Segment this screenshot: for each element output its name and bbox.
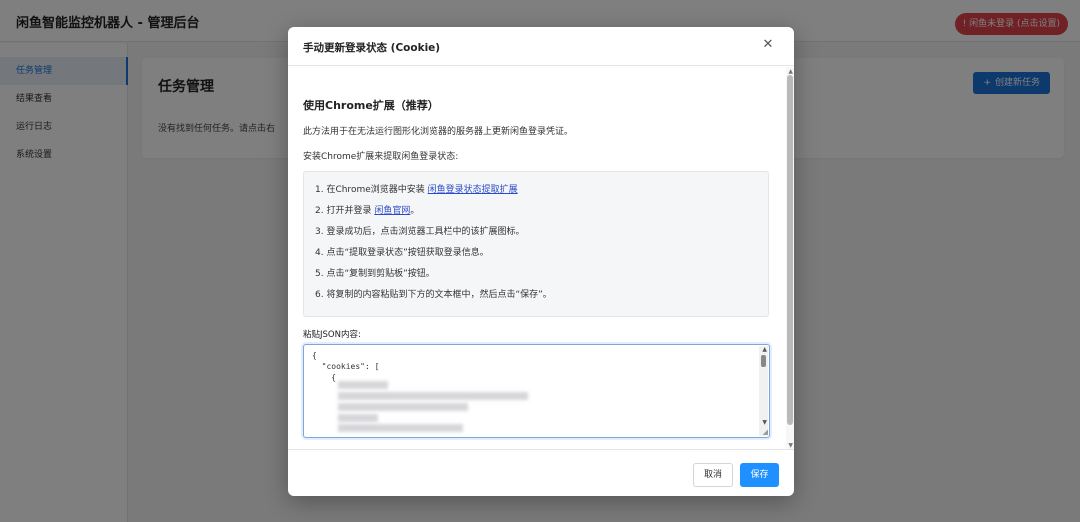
redacted-text [338,403,468,411]
step-item: 5. 点击“复制到剪贴板”按钮。 [315,269,435,279]
install-label: 安装Chrome扩展来提取闲鱼登录状态: [303,152,459,162]
redacted-text [338,424,463,432]
xianyu-site-link[interactable]: 闲鱼官网 [374,206,410,216]
json-line: { [312,351,317,360]
step-item: 1. 在Chrome浏览器中安装 闲鱼登录状态提取扩展 [315,182,518,195]
textarea-scroll-thumb[interactable] [761,355,766,367]
modal-scroll-thumb[interactable] [787,75,793,425]
step-text-suffix: 。 [410,206,420,216]
step-item: 4. 点击“提取登录状态”按钮获取登录信息。 [315,248,489,258]
steps-list: 1. 在Chrome浏览器中安装 闲鱼登录状态提取扩展 2. 打开并登录 闲鱼官… [303,171,769,317]
close-icon[interactable]: ✕ [760,37,776,53]
step-text: 2. 打开并登录 [315,206,375,216]
json-line: { [312,373,337,382]
json-textarea[interactable]: { "cookies": [ { ▲ ▼ ◢ [303,344,770,438]
step-item: 3. 登录成功后，点击浏览器工具栏中的该扩展图标。 [315,227,525,237]
modal-title: 手动更新登录状态 (Cookie) [303,42,441,54]
redacted-text [338,381,388,389]
json-line: "cookies": [ [312,362,380,371]
redacted-text [338,392,528,400]
method-description: 此方法用于在无法运行图形化浏览器的服务器上更新闲鱼登录凭证。 [303,127,574,137]
step-item: 6. 将复制的内容粘贴到下方的文本框中，然后点击“保存”。 [315,290,552,300]
step-text: 1. 在Chrome浏览器中安装 [315,185,428,195]
cookie-modal: 手动更新登录状态 (Cookie) ✕ 使用Chrome扩展（推荐） 此方法用于… [288,27,794,496]
save-button[interactable]: 保存 [740,463,779,487]
json-input-label: 粘贴JSON内容: [303,330,361,340]
cancel-button[interactable]: 取消 [693,463,733,487]
extension-link[interactable]: 闲鱼登录状态提取扩展 [428,185,518,195]
resize-handle-icon[interactable]: ◢ [763,429,768,436]
section-title: 使用Chrome扩展（推荐） [303,99,439,112]
modal-footer: 取消 保存 [288,449,794,496]
scroll-up-arrow-icon[interactable]: ▲ [762,347,767,353]
step-item: 2. 打开并登录 闲鱼官网。 [315,203,419,216]
modal-header: 手动更新登录状态 (Cookie) ✕ [288,27,794,66]
scroll-down-arrow-icon[interactable]: ▼ [762,420,767,426]
redacted-text [338,414,378,422]
modal-body: 使用Chrome扩展（推荐） 此方法用于在无法运行图形化浏览器的服务器上更新闲鱼… [288,67,794,449]
